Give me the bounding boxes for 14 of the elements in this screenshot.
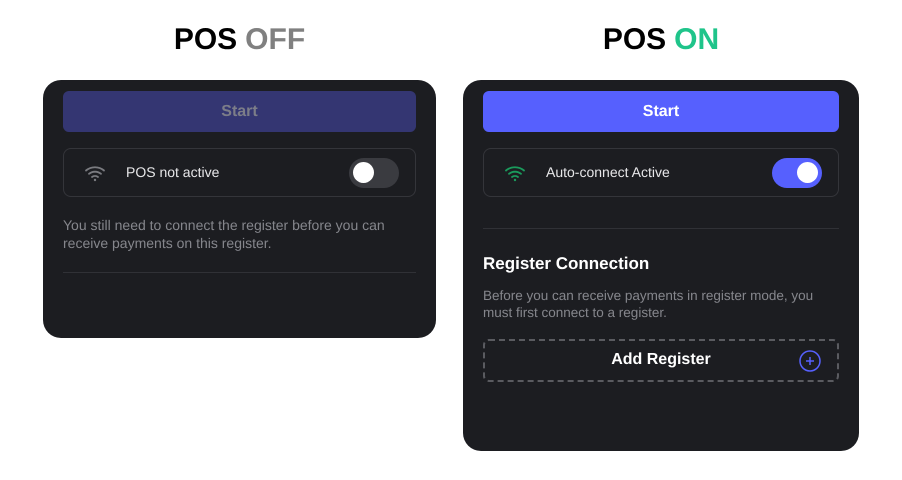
plus-circle-icon <box>799 350 821 372</box>
heading-label: POS <box>174 22 238 58</box>
toggle-switch[interactable] <box>772 158 822 188</box>
heading-status: ON <box>674 22 720 58</box>
start-button[interactable]: Start <box>483 91 839 132</box>
heading-status: OFF <box>245 22 306 58</box>
add-register-button[interactable]: Add Register <box>483 338 839 382</box>
heading-label: POS <box>602 22 666 58</box>
section-heading: Register Connection <box>483 253 650 275</box>
connection-label: POS not active <box>126 163 220 182</box>
info-text: You still need to connect the register before you can receive payments on this register. <box>63 216 386 252</box>
toggle-switch[interactable] <box>349 158 399 188</box>
section-description: Before you can receive payments in register mode, you must first connect to a register. <box>483 286 814 320</box>
connection-label: Auto-connect Active <box>546 163 671 182</box>
